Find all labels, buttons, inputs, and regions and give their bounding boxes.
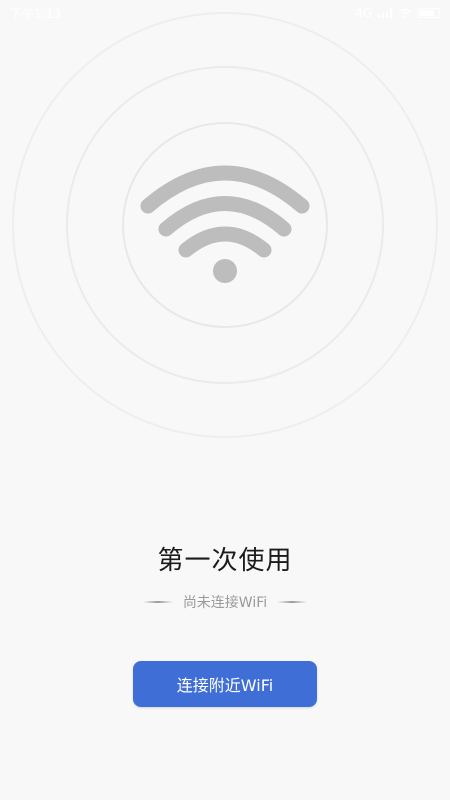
- connect-wifi-button[interactable]: 连接附近WiFi: [133, 661, 317, 707]
- wifi-hero: [12, 12, 438, 438]
- app-screen: 下午1:13 4G 第一次使用 尚未连接WiFi 连接附近WiFi: [0, 0, 450, 800]
- inner-ring: [122, 122, 328, 328]
- subtitle-dash-right: [277, 601, 308, 603]
- wifi-icon-dot: [213, 259, 237, 283]
- middle-ring: [66, 66, 384, 384]
- subtitle-row: 尚未连接WiFi: [0, 592, 450, 612]
- wifi-icon: [140, 165, 310, 258]
- connection-status-text: 尚未连接WiFi: [182, 595, 268, 611]
- outer-ring: [12, 12, 438, 438]
- page-title: 第一次使用: [157, 546, 293, 576]
- subtitle-dash-left: [142, 601, 173, 603]
